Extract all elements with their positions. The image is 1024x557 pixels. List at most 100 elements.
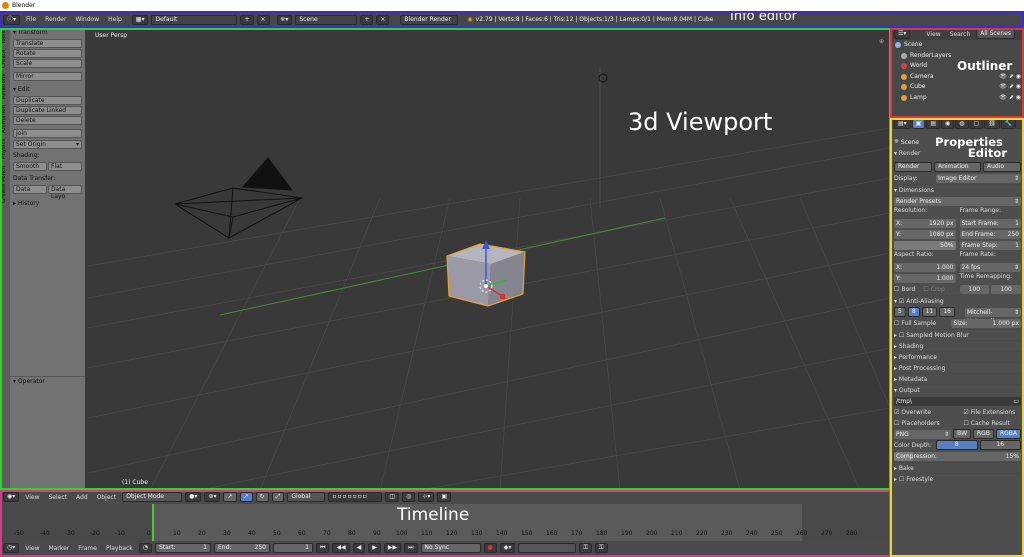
- render-tab-icon[interactable]: ▣: [911, 118, 926, 129]
- remove-scene-button[interactable]: ×: [376, 14, 390, 25]
- tab-physics[interactable]: Physics: [1, 139, 7, 159]
- resolution-percent-field[interactable]: 50%: [894, 240, 956, 250]
- end-frame-field[interactable]: End: 250: [213, 543, 270, 553]
- edit-section-title[interactable]: ▾ Edit: [13, 85, 82, 95]
- menu-file[interactable]: File: [23, 16, 39, 23]
- delete-keyframe-icon[interactable]: ⚿: [594, 543, 608, 553]
- rgba-button[interactable]: RGBA: [995, 429, 1021, 439]
- tl-menu-playback[interactable]: Playback: [103, 545, 136, 552]
- keying-set-field[interactable]: [518, 543, 577, 553]
- anti-aliasing-section-title[interactable]: ▾ ☑ Anti-Aliasing: [894, 295, 1021, 306]
- outliner-editor-type-button[interactable]: ☰▾: [894, 29, 911, 39]
- motion-blur-section-title[interactable]: ▸ ☐ Sampled Motion Blur: [894, 329, 1021, 340]
- vp-menu-select[interactable]: Select: [46, 494, 71, 501]
- jump-end-icon[interactable]: ⏭: [404, 543, 418, 553]
- tl-menu-marker[interactable]: Marker: [46, 545, 73, 552]
- folder-icon[interactable]: ▭: [1013, 397, 1019, 406]
- remove-layout-button[interactable]: ×: [256, 14, 270, 25]
- aa-samples-5[interactable]: 5: [894, 307, 906, 317]
- tab-tools[interactable]: Tools: [1, 30, 7, 44]
- placeholders-checkbox[interactable]: ☐: [894, 420, 899, 427]
- visibility-icon[interactable]: 👁 ⬈ ◉: [999, 72, 1024, 83]
- delete-button[interactable]: Delete: [13, 116, 82, 125]
- manipulator-toggle-icon[interactable]: ↗: [223, 492, 237, 502]
- editor-type-button[interactable]: ⓘ▾: [3, 14, 21, 25]
- border-checkbox[interactable]: ☐: [894, 286, 899, 293]
- color-depth-8-button[interactable]: 8: [936, 440, 978, 450]
- outliner-menu-search[interactable]: Search: [947, 31, 974, 38]
- rotate-button[interactable]: Rotate: [13, 49, 82, 58]
- menu-window[interactable]: Window: [72, 16, 102, 23]
- aa-samples-8[interactable]: 8: [907, 307, 920, 317]
- render-engine-dropdown[interactable]: Blender Render: [400, 14, 459, 25]
- frame-rate-dropdown[interactable]: 24 fps ⇕: [959, 262, 1021, 272]
- translate-button[interactable]: Translate: [13, 39, 82, 48]
- add-layout-button[interactable]: +: [240, 14, 254, 25]
- scene-tab-icon[interactable]: ◉: [941, 118, 955, 129]
- screen-layout-icon[interactable]: ▦▾: [131, 14, 149, 25]
- scene-field[interactable]: Scene: [295, 14, 358, 25]
- animation-button[interactable]: Animation: [934, 162, 981, 172]
- render-section-title[interactable]: ▾ Render Editor: [894, 146, 1021, 160]
- set-origin-dropdown[interactable]: Set Origin ▾: [13, 140, 82, 149]
- vp-menu-view[interactable]: View: [22, 494, 42, 501]
- bake-section-title[interactable]: ▸ Bake: [894, 462, 1021, 473]
- start-frame-field[interactable]: Start: 1: [154, 543, 211, 553]
- translate-manipulator-icon[interactable]: ↗: [239, 492, 253, 502]
- outliner-filter-dropdown[interactable]: All Scenes: [976, 29, 1016, 39]
- play-reverse-icon[interactable]: ◀: [352, 543, 366, 553]
- overwrite-checkbox[interactable]: ☑: [894, 409, 899, 416]
- post-processing-section-title[interactable]: ▸ Post Processing: [894, 362, 1021, 373]
- shading-section-title[interactable]: ▸ Shading: [894, 340, 1021, 351]
- full-sample-checkbox[interactable]: ☐: [894, 320, 899, 327]
- preview-range-icon[interactable]: ◔: [138, 543, 152, 553]
- end-frame-property[interactable]: End Frame: 250: [959, 229, 1021, 239]
- frame-step-property[interactable]: Frame Step: 1: [959, 240, 1021, 250]
- data-layout-button[interactable]: Data Layo: [48, 185, 82, 200]
- transform-section-title[interactable]: ▾ Transform: [13, 28, 82, 38]
- constraints-tab-icon[interactable]: ⛓: [984, 118, 1000, 129]
- viewport-editor-type-button[interactable]: ◉▾: [3, 492, 20, 502]
- timeline-editor-type-button[interactable]: ◷▾: [3, 543, 20, 553]
- render-button[interactable]: Render: [894, 162, 932, 172]
- keying-set-icon[interactable]: ◆▾: [499, 543, 516, 553]
- tab-relations[interactable]: Relations: [1, 74, 7, 99]
- next-key-icon[interactable]: ▶▶: [383, 543, 402, 553]
- sync-dropdown[interactable]: No Sync: [420, 543, 481, 553]
- flat-button[interactable]: Flat: [48, 162, 82, 171]
- add-scene-button[interactable]: +: [360, 14, 374, 25]
- object-tab-icon[interactable]: ▢: [969, 118, 984, 129]
- tab-animation[interactable]: Animation: [1, 105, 7, 133]
- vp-menu-add[interactable]: Add: [73, 494, 91, 501]
- bw-button[interactable]: BW: [953, 429, 972, 439]
- menu-help[interactable]: Help: [105, 16, 125, 23]
- smooth-button[interactable]: Smooth: [13, 162, 47, 171]
- rgb-button[interactable]: RGB: [973, 429, 994, 439]
- remap-old-field[interactable]: 100: [959, 284, 990, 294]
- scene-icon[interactable]: ⛯▾: [276, 14, 293, 25]
- viewport-area[interactable]: Grease Pencil Physics Animation Relation…: [0, 28, 890, 490]
- remap-new-field[interactable]: 100: [991, 284, 1021, 294]
- aa-samples-16[interactable]: 16: [939, 307, 955, 317]
- prev-key-icon[interactable]: ◀◀: [332, 543, 350, 553]
- proportional-edit-icon[interactable]: ◎: [402, 492, 416, 502]
- metadata-section-title[interactable]: ▸ Metadata: [894, 373, 1021, 384]
- menu-render[interactable]: Render: [42, 16, 69, 23]
- color-depth-16-button[interactable]: 16: [979, 440, 1021, 450]
- join-button[interactable]: Join: [13, 129, 82, 138]
- performance-section-title[interactable]: ▸ Performance: [894, 351, 1021, 362]
- dimensions-section-title[interactable]: ▾ Dimensions: [894, 184, 1021, 195]
- file-format-dropdown[interactable]: PNG ⇕: [894, 429, 952, 439]
- properties-editor-type-button[interactable]: ▤▾: [894, 118, 911, 129]
- audio-button[interactable]: Audio: [983, 162, 1021, 172]
- camera-object[interactable]: [173, 157, 304, 239]
- timeline-area[interactable]: -50 -40 -30 -20 -10 0 10 20 30 40 50 60 …: [0, 504, 890, 541]
- lock-layers-icon[interactable]: ◫: [385, 492, 400, 502]
- modifiers-tab-icon[interactable]: 🔧: [1000, 118, 1017, 129]
- jump-start-icon[interactable]: ⏮: [315, 543, 330, 553]
- world-tab-icon[interactable]: ◍: [955, 118, 969, 129]
- insert-keyframe-icon[interactable]: ⚿: [579, 543, 592, 553]
- scale-button[interactable]: Scale: [13, 59, 82, 68]
- visibility-icon[interactable]: 👁 ⬈ ◉: [999, 93, 1024, 104]
- outliner-item-cube[interactable]: Cube 👁 ⬈ ◉: [891, 82, 1024, 93]
